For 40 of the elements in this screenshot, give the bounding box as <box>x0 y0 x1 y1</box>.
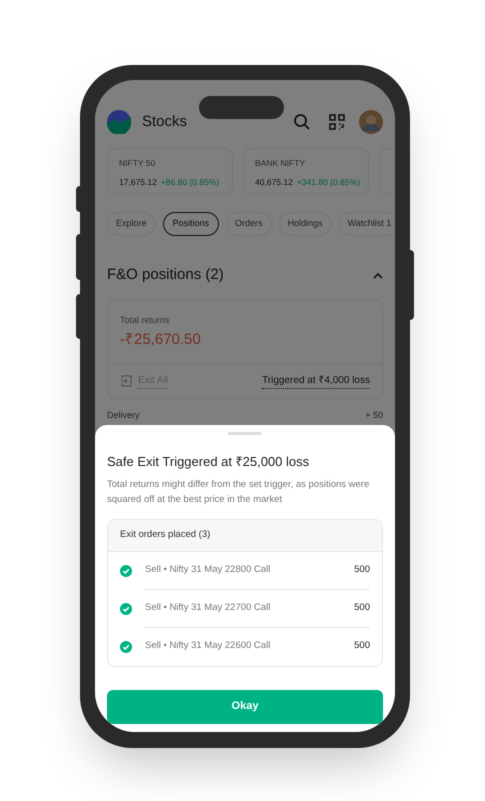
drag-handle[interactable] <box>228 432 262 435</box>
check-circle-icon <box>120 640 132 652</box>
app-title: Stocks <box>142 112 188 132</box>
avatar-icon[interactable] <box>359 110 383 134</box>
orders-header: Exit orders placed (3) <box>108 520 382 552</box>
order-quantity: 500 <box>354 562 370 577</box>
trigger-link[interactable]: Triggered at ₹4,000 loss <box>262 373 370 389</box>
order-label: Sell • Nifty 31 May 22600 Call <box>145 639 270 654</box>
returns-value: -₹25,670.50 <box>120 330 202 350</box>
search-icon[interactable] <box>293 113 311 131</box>
index-value: 17,675.12 <box>119 176 157 188</box>
index-name: BANK NIFTY <box>255 157 306 170</box>
filter-tab[interactable]: Watchlist 1 <box>338 212 395 236</box>
order-label: Sell • Nifty 31 May 22800 Call <box>145 562 270 577</box>
delivery-label: Delivery <box>107 408 140 420</box>
index-change: +86.80 (0.85%) <box>160 176 220 188</box>
index-card[interactable]: NIFTY 50 17,675.12 +86.80 (0.85%) <box>107 148 233 194</box>
index-card[interactable]: BANK NIFTY 40,675.12 +341.80 (0.85%) <box>243 148 369 194</box>
index-change: +341.80 (0.85%) <box>296 176 360 188</box>
filter-tab[interactable]: Explore <box>107 212 156 236</box>
order-label: Sell • Nifty 31 May 22700 Call <box>145 600 270 615</box>
order-quantity: 500 <box>354 639 370 654</box>
order-quantity: 500 <box>354 600 370 615</box>
check-circle-icon <box>120 602 132 614</box>
logo-icon <box>107 110 131 134</box>
filter-tab[interactable]: Holdings <box>278 212 332 236</box>
sheet-title: Safe Exit Triggered at ₹25,000 loss <box>107 453 310 471</box>
check-circle-icon <box>120 564 132 576</box>
qr-code-icon[interactable] <box>329 114 345 130</box>
returns-label: Total returns <box>120 314 171 326</box>
chevron-up-icon[interactable] <box>373 272 383 279</box>
index-value: 40,675.12 <box>255 176 293 188</box>
filter-tab[interactable]: Positions <box>162 212 220 236</box>
sheet-message: Total returns might differ from the set trigger, as positions were squared off at the best price in the market <box>107 478 370 506</box>
okay-button[interactable]: Okay <box>107 690 383 724</box>
filter-tab[interactable]: Orders <box>226 212 272 236</box>
section-title: F&O positions (2) <box>107 265 224 285</box>
exit-icon <box>120 375 132 387</box>
delivery-value: + 50 <box>365 408 383 420</box>
index-name: NIFTY 50 <box>119 157 156 170</box>
